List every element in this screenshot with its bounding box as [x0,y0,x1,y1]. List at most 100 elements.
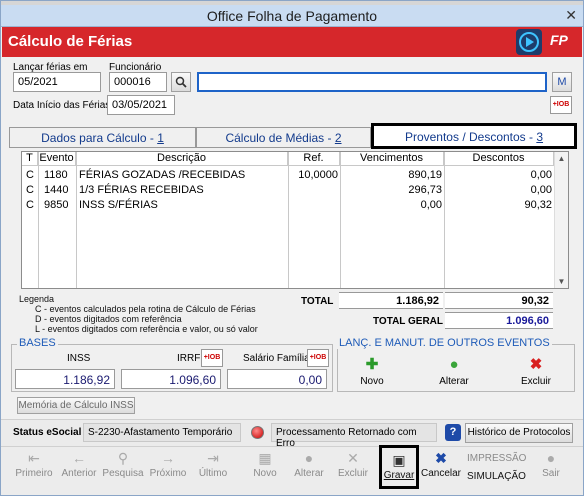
bases-title: BASES [17,337,58,349]
lanc-alterar-button[interactable]: ● Alterar [424,356,484,388]
esocial-status: S-2230-Afastamento Temporário [83,423,241,442]
table-cell: 890,19 [408,169,442,181]
iob-icon[interactable]: +IOB [201,349,223,367]
historico-protocolos-button[interactable]: Histórico de Protocolos [465,423,573,443]
first-icon: ⇤ [28,450,40,466]
title-bar: Office Folha de Pagamento ✕ [1,5,583,27]
plus-icon: ✚ [365,356,379,373]
iob-icon[interactable]: +IOB [550,96,572,114]
cancel-icon: ✖ [435,450,447,466]
tab-label: Dados para Cálculo - [41,131,158,145]
inss-label: INSS [67,353,91,364]
table-cell: 9850 [44,199,69,211]
tab-calculo-medias[interactable]: Cálculo de Médias - 2 [196,127,371,148]
simulacao-label[interactable]: SIMULAÇÃO [467,471,526,482]
tab-number: 3 [536,130,544,144]
m-button[interactable]: M [552,72,572,92]
novo-label: Novo [253,468,277,479]
close-icon[interactable]: ✕ [565,7,577,24]
header-bar: Cálculo de Férias FP [2,27,582,57]
tab-label: Cálculo de Médias - [225,131,335,145]
total-geral-label: TOTAL GERAL [373,316,443,327]
exit-icon: ● [546,450,556,466]
esocial-label: Status eSocial [13,427,82,438]
x-icon: ✖ [529,356,543,373]
next-icon: → [161,450,175,466]
lanc-excluir-label: Excluir [520,376,551,387]
table-cell: 1/3 FÉRIAS RECEBIDAS [79,184,204,196]
impressao-label[interactable]: IMPRESSÃO [467,453,526,464]
grid-divider [38,152,39,288]
novo-button[interactable]: ▦ Novo [243,450,287,479]
sair-label: Sair [542,468,560,479]
salario-familia-label: Salário Família [243,353,310,364]
new-icon: ▦ [258,450,272,466]
legend-line: L - eventos digitados com referência e v… [35,324,258,334]
scroll-up-icon[interactable]: ▲ [555,154,568,163]
gravar-button[interactable]: ▣ Gravar [379,445,419,489]
page-title: Cálculo de Férias [8,33,133,50]
gravar-label: Gravar [383,470,415,481]
employee-name-field[interactable] [197,72,547,92]
proximo-button[interactable]: → Próximo [146,450,190,479]
iob-icon[interactable]: +IOB [307,349,329,367]
fp-logo: FP [550,32,568,48]
legend-line: D - eventos digitados com referência [35,314,182,324]
anterior-label: Anterior [61,468,97,479]
table-cell: 0,00 [530,184,552,196]
tab-number: 2 [334,131,342,145]
table-cell [288,199,338,213]
excluir-button[interactable]: ✕ Excluir [331,450,375,479]
grid-divider [76,152,77,288]
alterar-button[interactable]: ● Alterar [287,450,331,479]
lanc-novo-button[interactable]: ✚ Novo [342,356,402,388]
play-icon[interactable] [516,29,542,55]
cancelar-button[interactable]: ✖ Cancelar [419,450,463,479]
table-cell: C [26,184,34,196]
legend-line: C - eventos calculados pela rotina de Cá… [35,304,256,314]
employee-code-field[interactable]: 000016 [109,72,167,92]
last-icon: ⇥ [207,450,219,466]
refresh-icon: ● [449,356,459,373]
table-cell: 0,00 [530,169,552,181]
memoria-calculo-button[interactable]: Memória de Cálculo INSS [17,397,135,414]
esocial-process: Processamento Retornado com Erro [271,423,437,449]
anterior-button[interactable]: ← Anterior [57,450,101,479]
salario-familia-value: 0,00 [227,369,327,389]
edit-icon: ● [304,450,314,466]
help-icon[interactable]: ? [445,424,461,441]
table-cell: 0,00 [420,199,442,211]
pesquisa-button[interactable]: ⚲ Pesquisa [101,450,145,479]
sair-button[interactable]: ● Sair [529,450,573,479]
primeiro-label: Primeiro [15,468,53,479]
total-descontos: 90,32 [445,292,553,309]
launch-field[interactable]: 05/2021 [13,72,101,92]
search-employee-button[interactable] [171,72,191,92]
previous-icon: ← [72,450,86,466]
events-table[interactable]: T Evento Descrição Ref. Vencimentos Desc… [21,151,569,289]
table-cell: C [26,199,34,211]
search-icon: ⚲ [117,450,129,466]
window-title: Office Folha de Pagamento [206,8,378,24]
start-date-field[interactable]: 03/05/2021 [107,95,175,115]
col-header-descontos: Descontos [444,152,554,166]
irrf-label: IRRF [177,353,201,364]
vertical-scrollbar[interactable]: ▲ ▼ [554,152,568,288]
lanc-alterar-label: Alterar [439,376,469,387]
table-cell: 10,0000 [298,169,338,181]
ultimo-button[interactable]: ⇥ Último [191,450,235,479]
col-header-t: T [22,152,38,166]
table-cell: 296,73 [408,184,442,196]
lanc-excluir-button[interactable]: ✖ Excluir [506,356,566,388]
tab-dados-calculo[interactable]: Dados para Cálculo - 1 [9,127,196,148]
proximo-label: Próximo [149,468,187,479]
save-icon: ▣ [392,452,406,468]
primeiro-button[interactable]: ⇤ Primeiro [12,450,56,479]
tab-number: 1 [157,131,164,145]
table-cell: C [26,169,34,181]
total-geral-value: 1.096,60 [445,312,553,329]
col-header-ref: Ref. [288,152,340,166]
tab-proventos-descontos[interactable]: Proventos / Descontos - 3 [371,123,577,149]
scroll-down-icon[interactable]: ▼ [555,277,568,286]
lanc-title: LANÇ. E MANUT. DE OUTROS EVENTOS [337,337,552,349]
